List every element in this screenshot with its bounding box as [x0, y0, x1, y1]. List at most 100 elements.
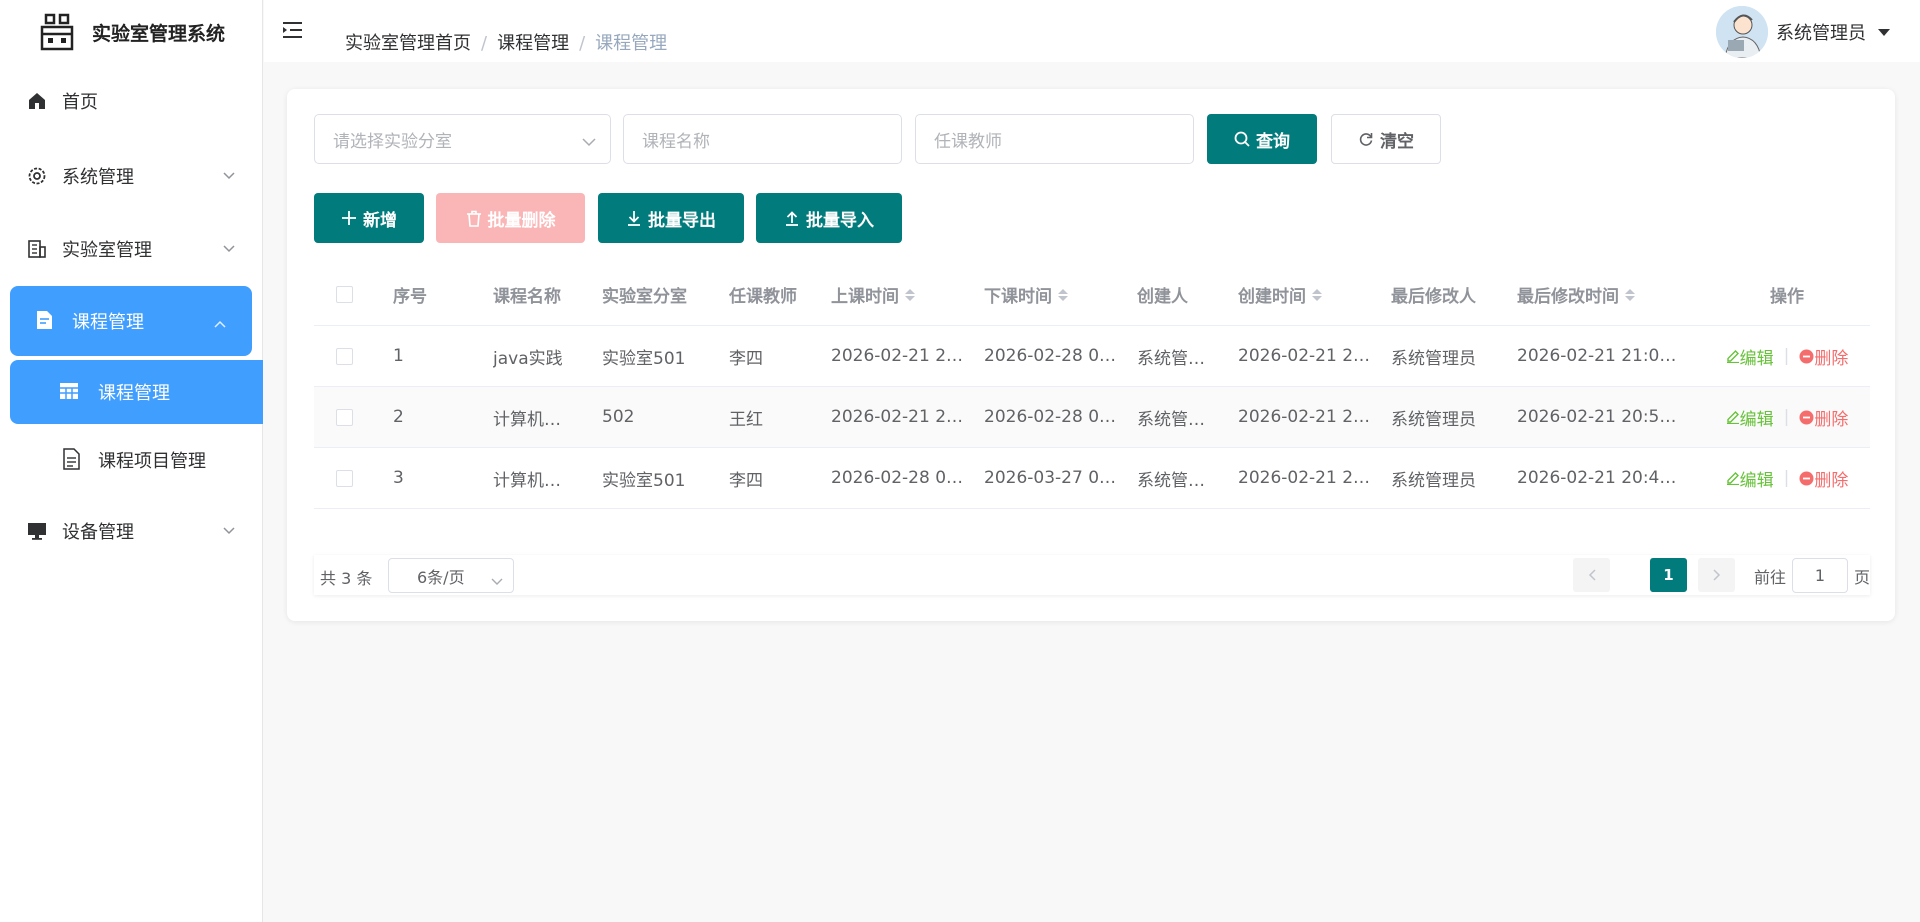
pagination-total: 共 3 条	[320, 569, 373, 588]
breadcrumb-separator: /	[481, 33, 488, 54]
batch-export-button-label: 批量导出	[648, 210, 716, 231]
cell-end-time: 2026-03-27 0…	[984, 468, 1117, 488]
goto-page-input[interactable]: 1	[1791, 558, 1848, 593]
sidebar-item-system[interactable]: 系统管理	[0, 147, 263, 205]
breadcrumb-item[interactable]: 课程管理	[497, 33, 569, 54]
sortable-column-modify-time[interactable]: 最后修改时间	[1517, 264, 1687, 325]
column-header: 序号	[393, 287, 427, 307]
sidebar-item-label: 实验室管理	[62, 240, 152, 261]
breadcrumb-separator: /	[579, 33, 586, 54]
prev-page-button[interactable]	[1573, 558, 1610, 592]
user-menu[interactable]: 系统管理员	[1716, 6, 1890, 58]
chevron-right-icon	[1712, 569, 1720, 581]
sidebar-subitem-course-management[interactable]: 课程管理	[10, 360, 263, 424]
cell-end-time: 2026-02-28 0…	[984, 407, 1117, 427]
cell-creator: 系统管…	[1137, 348, 1205, 369]
cell-teacher: 李四	[729, 348, 763, 369]
home-icon	[26, 90, 48, 112]
page-number-button[interactable]: 1	[1650, 558, 1687, 592]
sidebar-item-course[interactable]: 课程管理	[10, 286, 252, 356]
cell-lab-room: 实验室501	[602, 470, 686, 491]
breadcrumb: 实验室管理首页 / 课程管理 / 课程管理	[345, 29, 667, 55]
breadcrumb-item[interactable]: 实验室管理首页	[345, 33, 471, 54]
delete-button-label: 删除	[1814, 470, 1849, 491]
cell-start-time: 2026-02-28 0…	[831, 468, 964, 488]
batch-import-button[interactable]: 批量导入	[756, 193, 902, 243]
add-button[interactable]: 新增	[314, 193, 424, 243]
page-size-value: 6条/页	[417, 567, 465, 587]
page-size-select[interactable]: 6条/页	[388, 558, 514, 593]
course-table: 序号 课程名称 实验室分室 任课教师 上课时间 下课时间 创建人 创建时间 最后…	[314, 264, 1870, 509]
next-page-button[interactable]	[1698, 558, 1735, 592]
lab-room-select[interactable]: 请选择实验分室	[314, 114, 611, 164]
cell-index: 3	[393, 468, 404, 488]
upload-icon	[786, 211, 798, 226]
column-header: 课程名称	[493, 287, 561, 307]
refresh-icon	[1359, 133, 1373, 146]
teacher-placeholder: 任课教师	[934, 131, 1002, 152]
document-icon	[34, 310, 56, 332]
menu-fold-icon[interactable]	[282, 20, 304, 40]
cell-modify-time: 2026-02-21 20:4…	[1517, 468, 1677, 488]
batch-delete-button[interactable]: 批量删除	[436, 193, 585, 243]
sidebar-subitem-course-project[interactable]: 课程项目管理	[0, 430, 263, 488]
sidebar-item-home[interactable]: 首页	[0, 72, 263, 130]
top-header: 实验室管理首页 / 课程管理 / 课程管理 系统管理员	[264, 0, 1920, 62]
edit-button[interactable]: 编辑	[1726, 466, 1774, 491]
avatar[interactable]	[1716, 6, 1768, 58]
sidebar-item-label: 设备管理	[62, 522, 134, 543]
clear-button-label: 清空	[1380, 131, 1414, 152]
course-name-input[interactable]: 课程名称	[623, 114, 902, 164]
delete-button[interactable]: 删除	[1799, 466, 1848, 491]
action-separator: |	[1783, 346, 1790, 366]
delete-button[interactable]: 删除	[1799, 344, 1848, 369]
table-row: 1 java实践 实验室501 李四 2026-02-21 2… 2026-02…	[314, 326, 1870, 387]
app-title: 实验室管理系统	[92, 23, 226, 45]
breadcrumb-current: 课程管理	[595, 33, 668, 54]
row-checkbox[interactable]	[335, 347, 353, 365]
sidebar-item-label: 课程项目管理	[98, 451, 206, 472]
content-card: 请选择实验分室 课程名称 任课教师 查询 清空 新增 批量删除 批量导出 批量导…	[287, 89, 1895, 621]
select-all-checkbox[interactable]	[335, 286, 353, 303]
column-header: 实验室分室	[602, 287, 687, 307]
goto-page: 前往 1 页	[1754, 558, 1870, 593]
sidebar-item-device[interactable]: 设备管理	[0, 502, 263, 560]
column-header: 上课时间	[831, 287, 899, 307]
sort-icon[interactable]	[1312, 288, 1322, 301]
clear-button[interactable]: 清空	[1331, 114, 1441, 164]
batch-export-button[interactable]: 批量导出	[598, 193, 744, 243]
trash-icon	[466, 210, 481, 227]
add-button-label: 新增	[363, 210, 397, 231]
sort-icon[interactable]	[1625, 288, 1635, 301]
row-checkbox[interactable]	[335, 469, 353, 487]
search-button[interactable]: 查询	[1207, 114, 1317, 164]
teacher-input[interactable]: 任课教师	[915, 114, 1194, 164]
sortable-column-create-time[interactable]: 创建时间	[1238, 264, 1378, 325]
batch-delete-button-label: 批量删除	[487, 210, 556, 231]
sortable-column-start-time[interactable]: 上课时间	[831, 264, 971, 325]
edit-icon	[1726, 350, 1739, 363]
sidebar-item-lab[interactable]: 实验室管理	[0, 220, 263, 278]
sort-icon[interactable]	[905, 288, 915, 301]
edit-button-label: 编辑	[1739, 470, 1774, 491]
course-name-placeholder: 课程名称	[642, 131, 710, 152]
row-checkbox[interactable]	[335, 408, 353, 426]
sidebar-item-label: 课程管理	[98, 383, 170, 404]
edit-button[interactable]: 编辑	[1726, 344, 1774, 369]
delete-button[interactable]: 删除	[1799, 405, 1848, 430]
sort-icon[interactable]	[1058, 288, 1068, 301]
plus-icon	[342, 211, 356, 225]
sortable-column-end-time[interactable]: 下课时间	[984, 264, 1124, 325]
goto-prefix: 前往	[1753, 567, 1786, 587]
goto-suffix: 页	[1853, 567, 1870, 587]
table-row: 3 计算机… 实验室501 李四 2026-02-28 0… 2026-03-2…	[314, 448, 1870, 509]
pagination: 共 3 条 6条/页 1 前往 1 页	[314, 555, 1870, 595]
user-name: 系统管理员	[1776, 23, 1866, 44]
cell-modifier: 系统管理员	[1391, 470, 1476, 491]
cell-end-time: 2026-02-28 0…	[984, 346, 1117, 366]
edit-button[interactable]: 编辑	[1726, 405, 1774, 430]
chevron-down-icon	[491, 571, 503, 590]
action-separator: |	[1783, 468, 1790, 488]
table-row: 2 计算机… 502 王红 2026-02-21 2… 2026-02-28 0…	[314, 387, 1870, 448]
chevron-down-icon	[582, 132, 596, 152]
